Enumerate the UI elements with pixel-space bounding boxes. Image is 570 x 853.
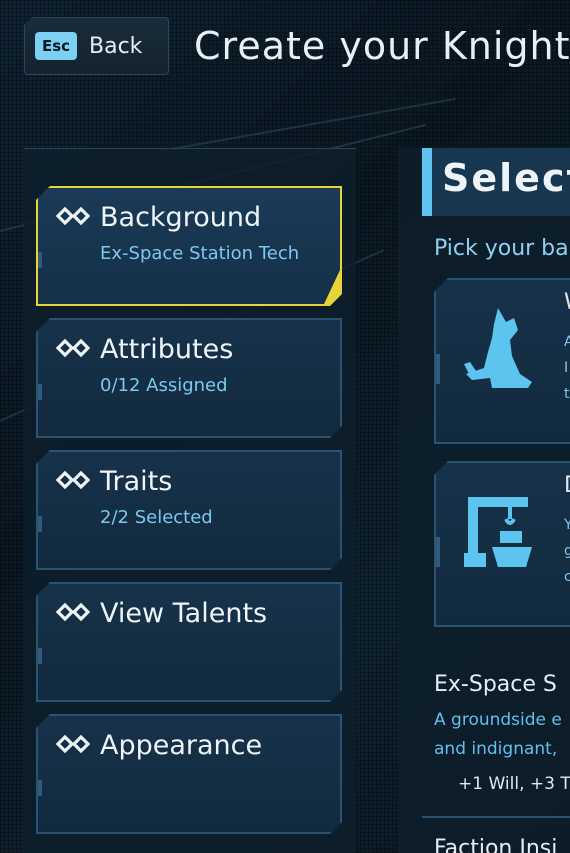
card-tick [436,354,440,384]
background-option-station-tech[interactable]: D Y g c [434,461,570,627]
section-heading: Select [442,156,570,200]
wolf-icon [464,308,532,388]
card-tick [38,780,42,796]
back-button[interactable]: Esc Back [24,17,169,75]
background-bonus-text: +1 Will, +3 T [458,774,570,794]
back-label: Back [89,33,143,59]
step-title: Traits [100,466,173,497]
option-title: W [564,290,570,315]
step-title: Attributes [100,334,234,365]
step-subtitle: Ex-Space Station Tech [100,243,300,264]
page-title: Create your Knight [194,24,570,68]
step-traits[interactable]: Traits 2/2 Selected [36,450,342,570]
selected-background-title: Ex-Space S [434,672,557,697]
option-desc-line: I [564,360,569,376]
step-diamond-icon [56,206,90,226]
active-corner-marker [324,270,340,304]
step-diamond-icon [56,602,90,622]
background-line [159,97,456,152]
faction-insight-title: Faction Insi [434,836,558,853]
creation-steps-sidebar: Background Ex-Space Station Tech Attribu… [24,148,356,853]
card-tick [38,648,42,664]
step-diamond-icon [56,470,90,490]
option-desc-line: c [564,569,570,585]
section-header: Select [422,148,570,216]
step-appearance[interactable]: Appearance [36,714,342,834]
card-tick [38,516,42,532]
option-desc-line: A [564,334,570,350]
step-title: Appearance [100,730,263,761]
background-selection-panel: Select Pick your ba W A I t D Y g c Ex-S… [398,148,570,853]
section-divider [422,816,570,818]
step-view-talents[interactable]: View Talents [36,582,342,702]
instruction-text: Pick your ba [434,236,569,261]
option-desc-line: Y [564,517,570,533]
step-subtitle: 0/12 Assigned [100,375,228,396]
step-background[interactable]: Background Ex-Space Station Tech [36,186,342,306]
crane-ship-icon [464,497,532,567]
step-diamond-icon [56,338,90,358]
card-tick [38,252,42,268]
step-diamond-icon [56,734,90,754]
option-desc-line: g [564,543,570,559]
step-subtitle: 2/2 Selected [100,507,213,528]
esc-key-badge: Esc [35,32,77,60]
step-attributes[interactable]: Attributes 0/12 Assigned [36,318,342,438]
step-title: Background [100,202,262,233]
card-tick [436,537,440,567]
description-line: and indignant, [434,739,558,759]
description-line: A groundside e [434,710,562,730]
option-desc-line: t [564,386,570,402]
option-title: D [564,473,570,498]
background-option-wolf[interactable]: W A I t [434,278,570,444]
card-tick [38,384,42,400]
step-title: View Talents [100,598,268,629]
selected-background-description: A groundside e and indignant, [434,706,562,764]
